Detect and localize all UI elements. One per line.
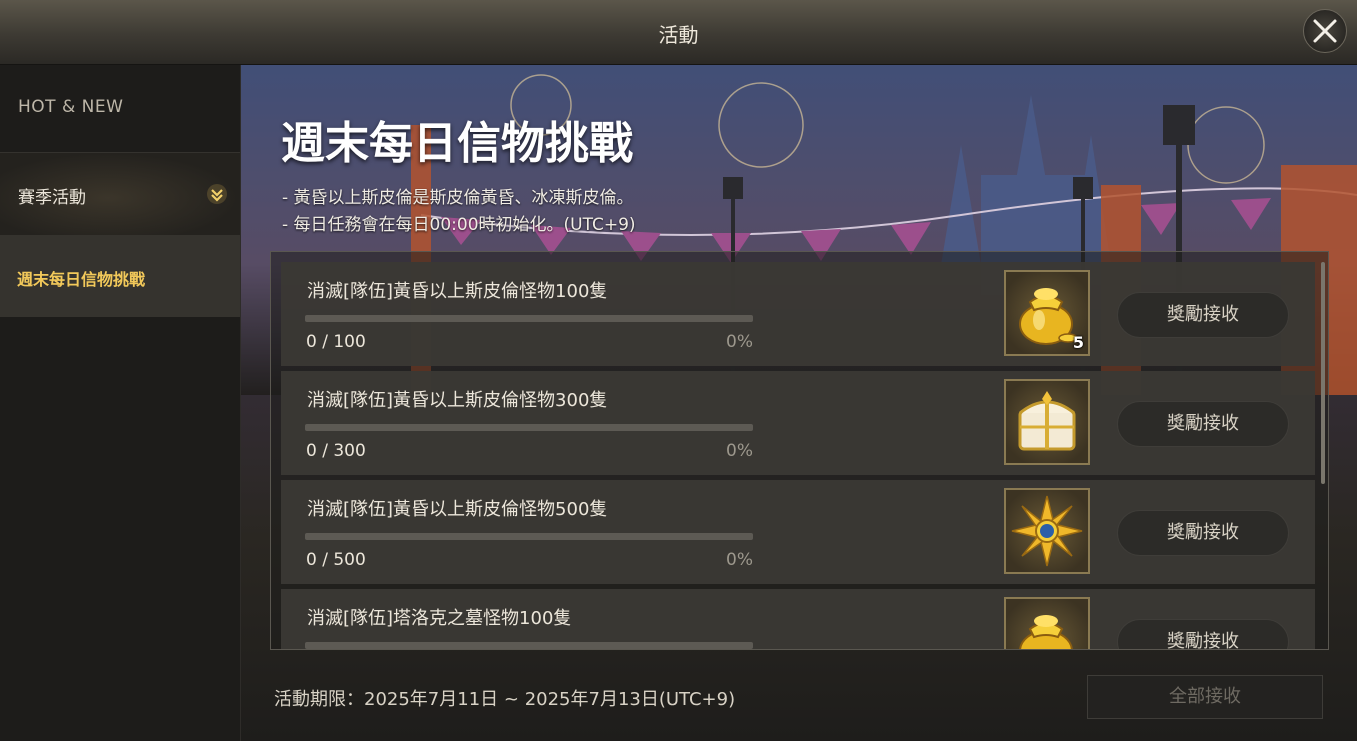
quest-list[interactable]: 消滅[隊伍]黃昏以上斯皮倫怪物100隻 0 / 100 0% 5 獎勵接收 消滅… [270, 251, 1329, 650]
treasure-chest-icon [1018, 391, 1076, 451]
quest-percent: 0% [726, 332, 753, 352]
sidebar-item-label: 週末每日信物挑戰 [17, 270, 146, 289]
chevron-down-icon [207, 184, 227, 204]
reward-quantity: 5 [1072, 333, 1084, 352]
quest-count: 0 / 300 [306, 441, 366, 461]
claim-all-button[interactable]: 全部接收 [1087, 675, 1323, 719]
quest-name: 消滅[隊伍]黃昏以上斯皮倫怪物500隻 [307, 499, 608, 520]
claim-reward-button[interactable]: 獎勵接收 [1117, 510, 1289, 556]
event-period: 活動期限：2025年7月11日 ~ 2025年7月13日(UTC+9) [274, 689, 736, 710]
event-title: 週末每日信物挑戰 [281, 118, 633, 169]
claim-reward-button[interactable]: 獎勵接收 [1117, 292, 1289, 338]
quest-row: 消滅[隊伍]黃昏以上斯皮倫怪物300隻 0 / 300 0% 獎勵接收 [281, 371, 1315, 475]
quest-row: 消滅[隊伍]黃昏以上斯皮倫怪物100隻 0 / 100 0% 5 獎勵接收 [281, 262, 1315, 366]
close-x-icon [1313, 19, 1337, 43]
quest-list-scrollbar[interactable] [1321, 262, 1325, 484]
sidebar-category-season[interactable]: 賽季活動 [0, 153, 240, 235]
event-window: 活動 HOT & NEW 賽季活動 週末每日信物挑戰 週末每日信物挑戰 - 黃昏… [0, 0, 1357, 741]
gold-pouch-icon [1019, 615, 1073, 649]
sun-emblem-icon [1011, 495, 1083, 567]
reward-slot[interactable] [1004, 488, 1090, 574]
quest-row: 消滅[隊伍]黃昏以上斯皮倫怪物500隻 0 / 500 0% 獎勵接收 [281, 480, 1315, 584]
quest-percent: 0% [726, 550, 753, 570]
quest-progress-bar [305, 315, 753, 322]
sidebar: HOT & NEW 賽季活動 週末每日信物挑戰 [0, 65, 241, 741]
reward-slot[interactable]: 5 [1004, 270, 1090, 356]
quest-percent: 0% [726, 441, 753, 461]
quest-name: 消滅[隊伍]黃昏以上斯皮倫怪物300隻 [307, 390, 608, 411]
quest-count: 0 / 100 [306, 332, 366, 352]
claim-reward-button[interactable]: 獎勵接收 [1117, 619, 1289, 649]
sidebar-item-weekend-challenge[interactable]: 週末每日信物挑戰 [0, 235, 240, 317]
event-description-line: - 每日任務會在每日00:00時初始化。(UTC+9) [282, 215, 636, 235]
event-description-line: - 黃昏以上斯皮倫是斯皮倫黃昏、冰凍斯皮倫。 [282, 188, 634, 208]
quest-name: 消滅[隊伍]塔洛克之墓怪物100隻 [307, 608, 572, 629]
main-panel: 週末每日信物挑戰 - 黃昏以上斯皮倫是斯皮倫黃昏、冰凍斯皮倫。 - 每日任務會在… [241, 65, 1357, 741]
reward-slot[interactable] [1004, 597, 1090, 649]
quest-name: 消滅[隊伍]黃昏以上斯皮倫怪物100隻 [307, 281, 608, 302]
close-button[interactable] [1303, 9, 1347, 53]
window-title: 活動 [658, 23, 699, 47]
claim-reward-button[interactable]: 獎勵接收 [1117, 401, 1289, 447]
quest-progress-bar [305, 533, 753, 540]
reward-slot[interactable] [1004, 379, 1090, 465]
title-bar: 活動 [0, 0, 1357, 65]
sidebar-category-label: 賽季活動 [18, 188, 86, 208]
quest-row: 消滅[隊伍]塔洛克之墓怪物100隻 獎勵接收 [281, 589, 1315, 649]
quest-progress-bar [305, 642, 753, 649]
quest-progress-bar [305, 424, 753, 431]
sidebar-section-hot-new[interactable]: HOT & NEW [18, 97, 123, 117]
quest-count: 0 / 500 [306, 550, 366, 570]
